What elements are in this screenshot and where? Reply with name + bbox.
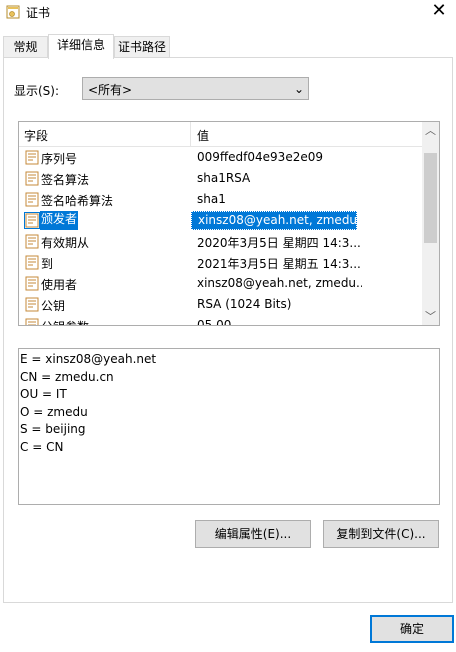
certificate-field-icon: [25, 150, 39, 165]
tab-certification-path[interactable]: 证书路径: [114, 36, 170, 57]
column-divider[interactable]: [190, 122, 191, 146]
edit-properties-button[interactable]: 编辑属性(E)...: [195, 520, 311, 548]
certificate-field-icon: [25, 276, 39, 291]
detail-line: C = CN: [20, 439, 64, 454]
field-name: 到: [41, 257, 54, 271]
field-value: 2021年3月5日 星期五 14:3...: [197, 257, 361, 271]
show-dropdown[interactable]: <所有> ⌄: [82, 77, 309, 100]
list-item[interactable]: 到 2021年3月5日 星期五 14:3...: [19, 252, 423, 273]
field-value: 009ffedf04e93e2e09: [197, 150, 323, 164]
scroll-thumb[interactable]: [424, 153, 437, 243]
chevron-down-icon: ⌄: [293, 82, 304, 96]
field-name: 序列号: [41, 152, 78, 166]
field-detail-text[interactable]: E = xinsz08@yeah.net CN = zmedu.cn OU = …: [18, 348, 440, 505]
detail-line: O = zmedu: [20, 404, 88, 419]
list-header: 字段 值: [19, 122, 423, 147]
tab-general[interactable]: 常规: [3, 36, 48, 57]
field-value: xinsz08@yeah.net, zmedu...: [197, 276, 362, 290]
field-name: 公钥: [41, 299, 66, 313]
field-name: 签名哈希算法: [41, 194, 114, 208]
detail-line: CN = zmedu.cn: [20, 369, 114, 384]
field-value: sha1RSA: [197, 171, 251, 185]
certificate-field-icon: [25, 234, 39, 249]
list-scrollbar[interactable]: ︿ ﹀: [422, 122, 439, 325]
ok-button[interactable]: 确定: [370, 615, 454, 643]
tab-strip: 常规 详细信息 证书路径: [0, 34, 456, 59]
certificate-field-icon: [25, 255, 39, 270]
list-item[interactable]: 有效期从 2020年3月5日 星期四 14:3...: [19, 231, 423, 252]
certificate-field-icon: [25, 192, 39, 207]
show-label: 显示(S):: [14, 84, 60, 98]
scroll-down-icon[interactable]: ﹀: [422, 308, 439, 325]
list-item[interactable]: 签名算法 sha1RSA: [19, 168, 423, 189]
list-item[interactable]: 使用者 xinsz08@yeah.net, zmedu...: [19, 273, 423, 294]
detail-line: OU = IT: [20, 387, 67, 401]
copy-to-file-button[interactable]: 复制到文件(C)...: [323, 520, 439, 548]
close-button[interactable]: ✕: [428, 1, 450, 23]
field-value: xinsz08@yeah.net, zmedu...: [191, 211, 357, 230]
list-item[interactable]: 序列号 009ffedf04e93e2e09: [19, 147, 423, 168]
list-item[interactable]: 公钥参数 05 00: [19, 315, 423, 326]
field-value: 2020年3月5日 星期四 14:3...: [197, 236, 361, 250]
certificate-field-icon: [25, 318, 39, 325]
window-title: 证书: [26, 6, 51, 20]
field-name: 使用者: [41, 278, 78, 292]
field-value: sha1: [197, 192, 226, 206]
certificate-field-icon: [25, 297, 39, 312]
field-name: 签名算法: [41, 173, 90, 187]
field-name: 公钥参数: [41, 318, 89, 325]
list-item[interactable]: 签名哈希算法 sha1: [19, 189, 423, 210]
field-name: 有效期从: [41, 236, 90, 250]
field-value: RSA (1024 Bits): [197, 297, 292, 311]
detail-line: S = beijing: [20, 422, 86, 436]
show-dropdown-value: <所有>: [88, 83, 133, 97]
list-item[interactable]: 颁发者 xinsz08@yeah.net, zmedu...: [19, 210, 423, 231]
certificate-icon: [6, 5, 20, 19]
detail-line: E = xinsz08@yeah.net: [20, 352, 157, 366]
certificate-field-icon: [25, 171, 39, 186]
column-header-value[interactable]: 值: [197, 127, 209, 144]
title-bar: 证书 ✕: [0, 0, 456, 30]
field-value: 05 00: [197, 318, 232, 326]
list-item[interactable]: 公钥 RSA (1024 Bits): [19, 294, 423, 315]
column-header-field[interactable]: 字段: [24, 127, 48, 144]
scroll-up-icon[interactable]: ︿: [422, 122, 439, 139]
certificate-field-icon: [24, 212, 40, 229]
tab-details[interactable]: 详细信息: [48, 34, 114, 59]
field-name: 颁发者: [40, 211, 79, 230]
field-list[interactable]: 字段 值 序列号 009ffedf04e93e2e09 签名算法 sha1RSA 签名哈…: [18, 121, 440, 326]
